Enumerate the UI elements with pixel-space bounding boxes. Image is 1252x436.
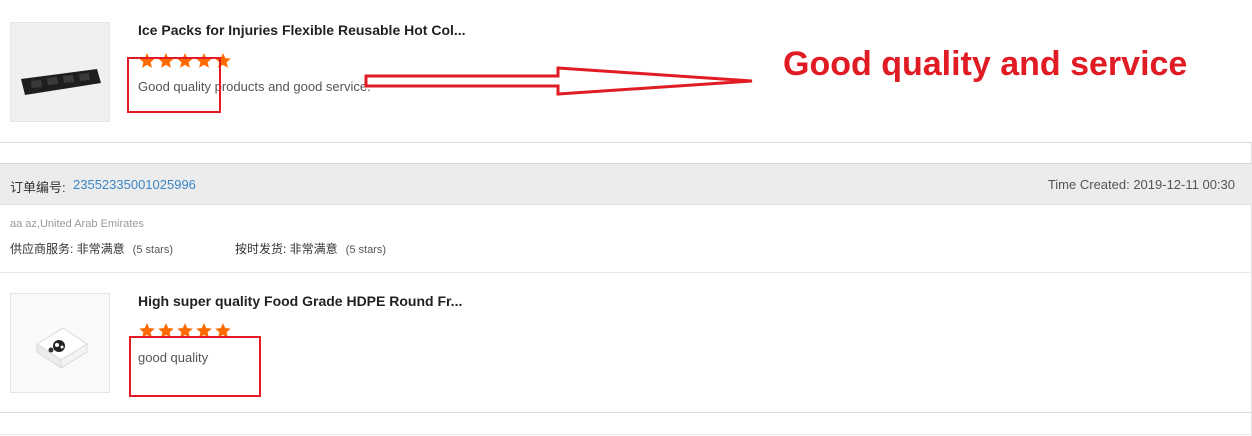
on-time-delivery-rating: 按时发货: 非常满意 (5 stars) (235, 240, 386, 257)
highlight-box-comment-1 (127, 57, 221, 113)
order-header: 订单编号: 23552335001025996 Time Created: 20… (0, 163, 1252, 205)
supplier-service-label: 供应商服务: 非常满意 (10, 242, 125, 256)
on-time-delivery-stars: (5 stars) (345, 244, 387, 256)
ice-pack-image (11, 23, 109, 121)
supplier-service-rating: 供应商服务: 非常满意 (5 stars) (10, 240, 173, 257)
food-container-image (11, 294, 109, 392)
divider (0, 412, 1252, 413)
annotation-text: Good quality and service (783, 45, 1188, 83)
product-title[interactable]: Ice Packs for Injuries Flexible Reusable… (138, 22, 466, 38)
product-title[interactable]: High super quality Food Grade HDPE Round… (138, 293, 462, 309)
order-number-link[interactable]: 23552335001025996 (73, 177, 196, 192)
on-time-delivery-label: 按时发货: 非常满意 (235, 242, 338, 256)
buyer-info: aa az,United Arab Emirates (10, 218, 144, 230)
divider (0, 434, 1252, 435)
highlight-box-comment-2 (129, 336, 261, 397)
order-number-label: 订单编号: (10, 180, 66, 195)
supplier-service-stars: (5 stars) (132, 244, 174, 256)
product-thumbnail-ice-pack[interactable] (10, 22, 110, 122)
annotation-arrow-icon (364, 66, 753, 96)
divider (0, 142, 1252, 143)
time-created: Time Created: 2019-12-11 00:30 (1047, 177, 1235, 192)
product-thumbnail-food-container[interactable] (10, 293, 110, 393)
